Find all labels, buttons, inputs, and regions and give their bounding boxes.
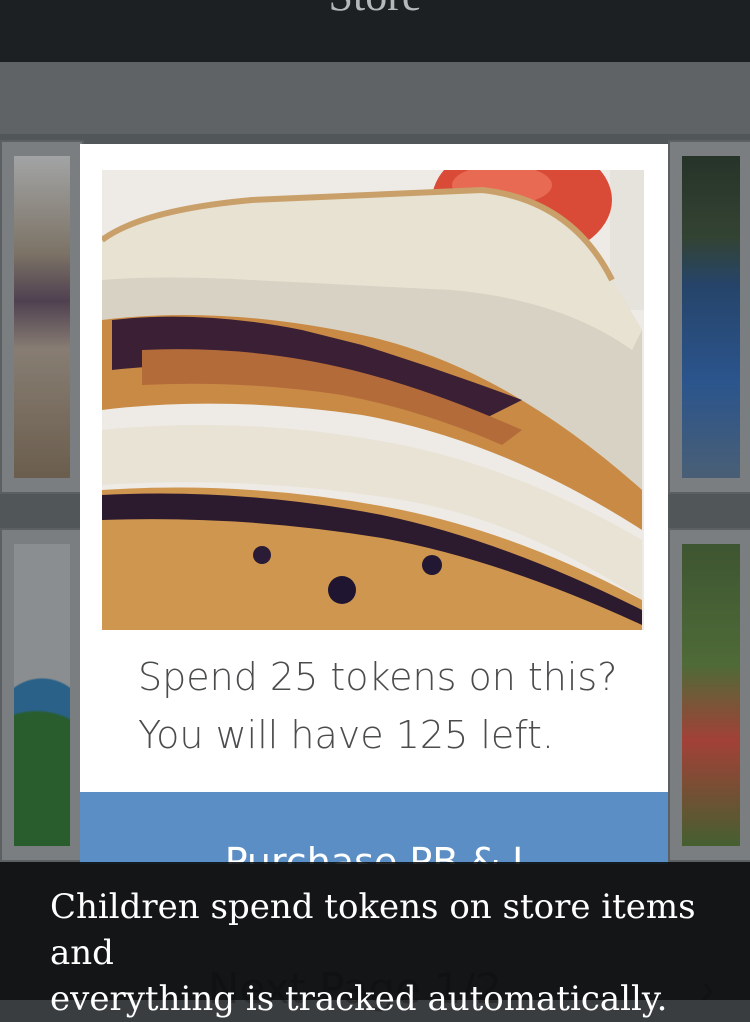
token-cost-text: Spend 25 tokens on this? xyxy=(138,655,618,699)
caption-line: everything is tracked automatically. xyxy=(50,979,668,1019)
caption-line: Children spend tokens on store items and xyxy=(50,887,696,973)
store-item-image xyxy=(682,544,740,846)
store-item-image xyxy=(14,156,70,478)
store-item-image xyxy=(14,544,70,846)
purchase-button[interactable]: Purchase PB & J xyxy=(80,792,668,864)
sandwich-illustration xyxy=(102,170,644,630)
store-item-image xyxy=(682,156,740,478)
store-item-tile[interactable] xyxy=(0,528,84,862)
store-item-tile[interactable] xyxy=(668,528,750,862)
page-title: Store xyxy=(0,0,750,21)
product-image xyxy=(102,170,644,630)
purchase-message: Spend 25 tokens on this? You will have 1… xyxy=(138,648,618,764)
caption-banner: Children spend tokens on store items and… xyxy=(0,862,750,1019)
store-item-tile[interactable] xyxy=(668,140,750,494)
token-balance-text: You will have 125 left. xyxy=(138,713,554,757)
store-item-tile[interactable] xyxy=(0,140,84,494)
purchase-dialog: Spend 25 tokens on this? You will have 1… xyxy=(80,144,668,864)
sub-header-bar xyxy=(0,62,750,134)
top-bar: Store xyxy=(0,0,750,62)
caption-text: Children spend tokens on store items and… xyxy=(50,884,730,1022)
